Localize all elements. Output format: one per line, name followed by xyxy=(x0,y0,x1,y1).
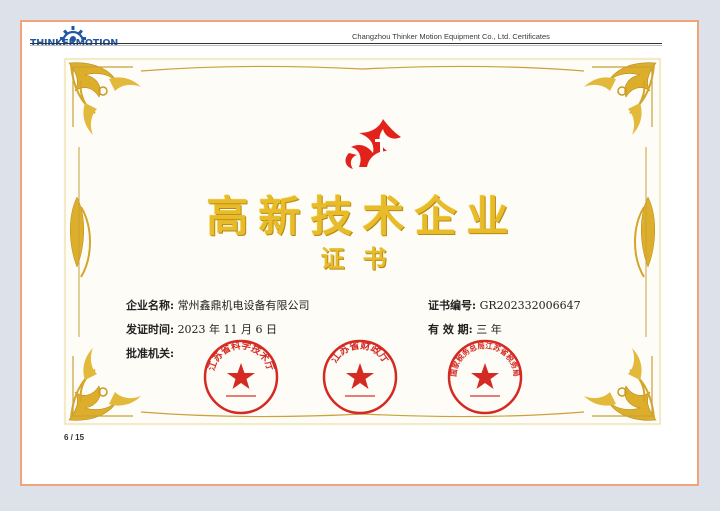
certificate-number-label: 证书编号: xyxy=(428,299,477,312)
authority-label: 批准机关: xyxy=(126,347,175,360)
page-indicator: 6 / 15 xyxy=(64,433,85,442)
certificate-subtitle: 证书 xyxy=(320,244,405,273)
seal-stamp-icon: 江苏省科学技术厅 xyxy=(203,339,279,415)
svg-text:江苏省财政厅: 江苏省财政厅 xyxy=(327,338,391,365)
validity-value: 三 年 xyxy=(476,323,502,336)
certificate-title: 高新技术企业 xyxy=(206,192,519,241)
company-name-field: 企业名称: 常州鑫鼎机电设备有限公司 xyxy=(126,297,310,313)
certificate-number-field: 证书编号: GR202332006647 xyxy=(428,297,581,313)
issue-date-field: 发证时间: 2023 年 11 月 6 日 xyxy=(126,321,277,337)
validity-label: 有 效 期: xyxy=(428,323,473,336)
validity-field: 有 效 期: 三 年 xyxy=(428,321,502,337)
seal-stamp-icon: 国家税务总局江苏省税务局 xyxy=(447,339,523,415)
certificate-image: 高新技术企业 证书 企业名称: 常州鑫鼎机电设备有限公司 证书编号: GR202… xyxy=(63,57,662,426)
document-page: THINKERMOTION Changzhou Thinker Motion E… xyxy=(20,20,699,486)
company-name-label: 企业名称: xyxy=(126,299,175,312)
seal-text: 江苏省财政厅 xyxy=(327,338,391,365)
issue-date-label: 发证时间: xyxy=(126,323,175,336)
company-name-value: 常州鑫鼎机电设备有限公司 xyxy=(177,299,310,312)
company-logo: THINKERMOTION xyxy=(30,25,126,55)
document-title: Changzhou Thinker Motion Equipment Co., … xyxy=(352,32,550,41)
certificate-number-value: GR202332006647 xyxy=(479,299,581,312)
header-divider xyxy=(30,43,662,44)
authority-field: 批准机关: xyxy=(126,345,174,361)
high-tech-emblem-icon xyxy=(345,119,401,169)
seal-stamp-icon: 江苏省财政厅 xyxy=(322,338,398,415)
header-divider-secondary xyxy=(30,45,662,46)
issue-date-value: 2023 年 11 月 6 日 xyxy=(177,323,278,336)
